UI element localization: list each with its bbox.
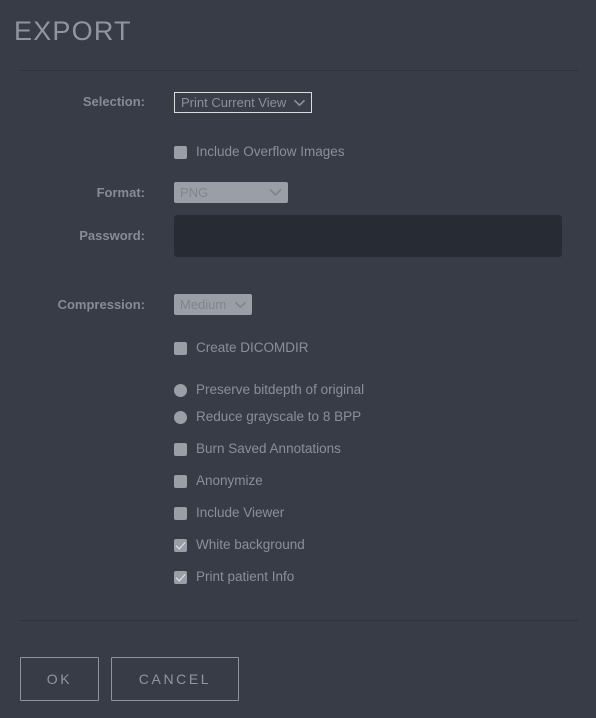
burn-annotations-checkbox[interactable] bbox=[174, 442, 187, 456]
anonymize-label: Anonymize bbox=[196, 473, 263, 488]
divider-top bbox=[20, 70, 578, 71]
option-reduce-grayscale[interactable]: Reduce grayscale to 8 BPP bbox=[174, 409, 361, 425]
option-burn-annotations[interactable]: Burn Saved Annotations bbox=[174, 441, 341, 457]
chevron-down-icon bbox=[235, 301, 246, 309]
chevron-down-icon bbox=[269, 188, 282, 197]
password-input[interactable] bbox=[174, 215, 562, 257]
selection-select-value: Print Current View bbox=[181, 95, 287, 110]
option-anonymize[interactable]: Anonymize bbox=[174, 473, 263, 489]
compression-label: Compression: bbox=[57, 297, 145, 312]
preserve-bitdepth-label: Preserve bitdepth of original bbox=[196, 382, 365, 397]
include-viewer-label: Include Viewer bbox=[196, 505, 285, 520]
option-include-overflow-images[interactable]: Include Overflow Images bbox=[174, 144, 345, 160]
option-include-viewer[interactable]: Include Viewer bbox=[174, 505, 284, 521]
print-patient-info-checkbox[interactable] bbox=[174, 570, 187, 584]
format-select-value: PNG bbox=[180, 185, 209, 200]
password-label: Password: bbox=[79, 228, 145, 243]
page-title: EXPORT bbox=[14, 16, 132, 46]
format-label: Format: bbox=[96, 185, 145, 200]
anonymize-checkbox[interactable] bbox=[174, 474, 187, 488]
selection-label: Selection: bbox=[82, 94, 145, 109]
include-overflow-images-label: Include Overflow Images bbox=[196, 144, 345, 159]
cancel-button[interactable]: CANCEL bbox=[111, 657, 239, 701]
export-dialog: EXPORT Selection: Print Current View Inc… bbox=[0, 0, 596, 718]
preserve-bitdepth-radio[interactable] bbox=[174, 383, 187, 397]
create-dicomdir-checkbox[interactable] bbox=[174, 341, 187, 355]
print-patient-info-label: Print patient Info bbox=[196, 569, 295, 584]
white-background-label: White background bbox=[196, 537, 305, 552]
include-viewer-checkbox[interactable] bbox=[174, 506, 187, 520]
format-select[interactable]: PNG bbox=[174, 182, 288, 203]
option-preserve-bitdepth[interactable]: Preserve bitdepth of original bbox=[174, 382, 364, 398]
reduce-grayscale-label: Reduce grayscale to 8 BPP bbox=[196, 409, 362, 424]
option-create-dicomdir[interactable]: Create DICOMDIR bbox=[174, 340, 309, 356]
option-print-patient-info[interactable]: Print patient Info bbox=[174, 569, 294, 585]
include-overflow-images-checkbox[interactable] bbox=[174, 145, 187, 159]
ok-button[interactable]: OK bbox=[20, 657, 99, 701]
divider-bottom bbox=[20, 620, 578, 621]
compression-select-value: Medium bbox=[180, 297, 227, 312]
option-white-background[interactable]: White background bbox=[174, 537, 305, 553]
white-background-checkbox[interactable] bbox=[174, 538, 187, 552]
selection-select[interactable]: Print Current View bbox=[174, 92, 312, 113]
create-dicomdir-label: Create DICOMDIR bbox=[196, 340, 309, 355]
reduce-grayscale-radio[interactable] bbox=[174, 410, 187, 424]
compression-select[interactable]: Medium bbox=[174, 294, 252, 315]
chevron-down-icon bbox=[294, 99, 306, 107]
burn-annotations-label: Burn Saved Annotations bbox=[196, 441, 341, 456]
